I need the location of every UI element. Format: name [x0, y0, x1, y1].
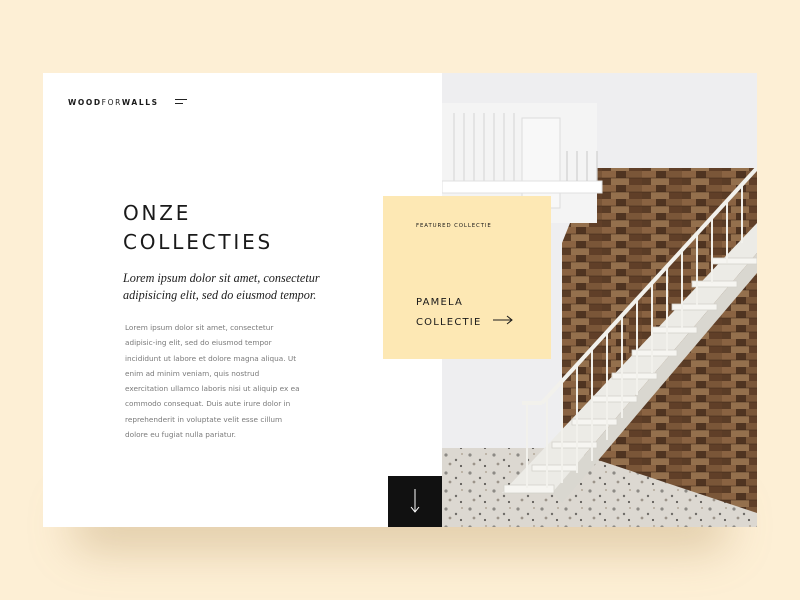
brand-logo[interactable]: WOODFORWALLS: [68, 98, 159, 107]
page-title: ONZE COLLECTIES: [123, 199, 273, 257]
featured-title: PAMELA COLLECTIE: [416, 293, 481, 333]
arrow-down-icon: [410, 489, 420, 513]
scroll-down-button[interactable]: [388, 476, 442, 527]
featured-title-line-1: PAMELA: [416, 297, 464, 308]
hero-card: WOODFORWALLS ONZE COLLECTIES Lorem ipsum…: [43, 73, 757, 527]
page-title-line-2: COLLECTIES: [123, 230, 274, 254]
arrow-right-icon[interactable]: [493, 315, 513, 325]
page-title-line-1: ONZE: [123, 201, 192, 225]
featured-label: FEATURED COLLECTIE: [416, 223, 492, 229]
hero-body-text: Lorem ipsum dolor sit amet, consectetur …: [125, 323, 300, 440]
featured-collection-card[interactable]: FEATURED COLLECTIE PAMELA COLLECTIE: [383, 196, 551, 359]
logo-part-for: FOR: [101, 98, 122, 107]
featured-title-line-2: COLLECTIE: [416, 317, 482, 328]
hero-subtitle: Lorem ipsum dolor sit amet, consectetur …: [123, 271, 320, 302]
logo-part-walls: WALLS: [121, 98, 159, 107]
hamburger-menu-icon[interactable]: [175, 97, 187, 106]
logo-part-wood: WOOD: [68, 98, 102, 107]
